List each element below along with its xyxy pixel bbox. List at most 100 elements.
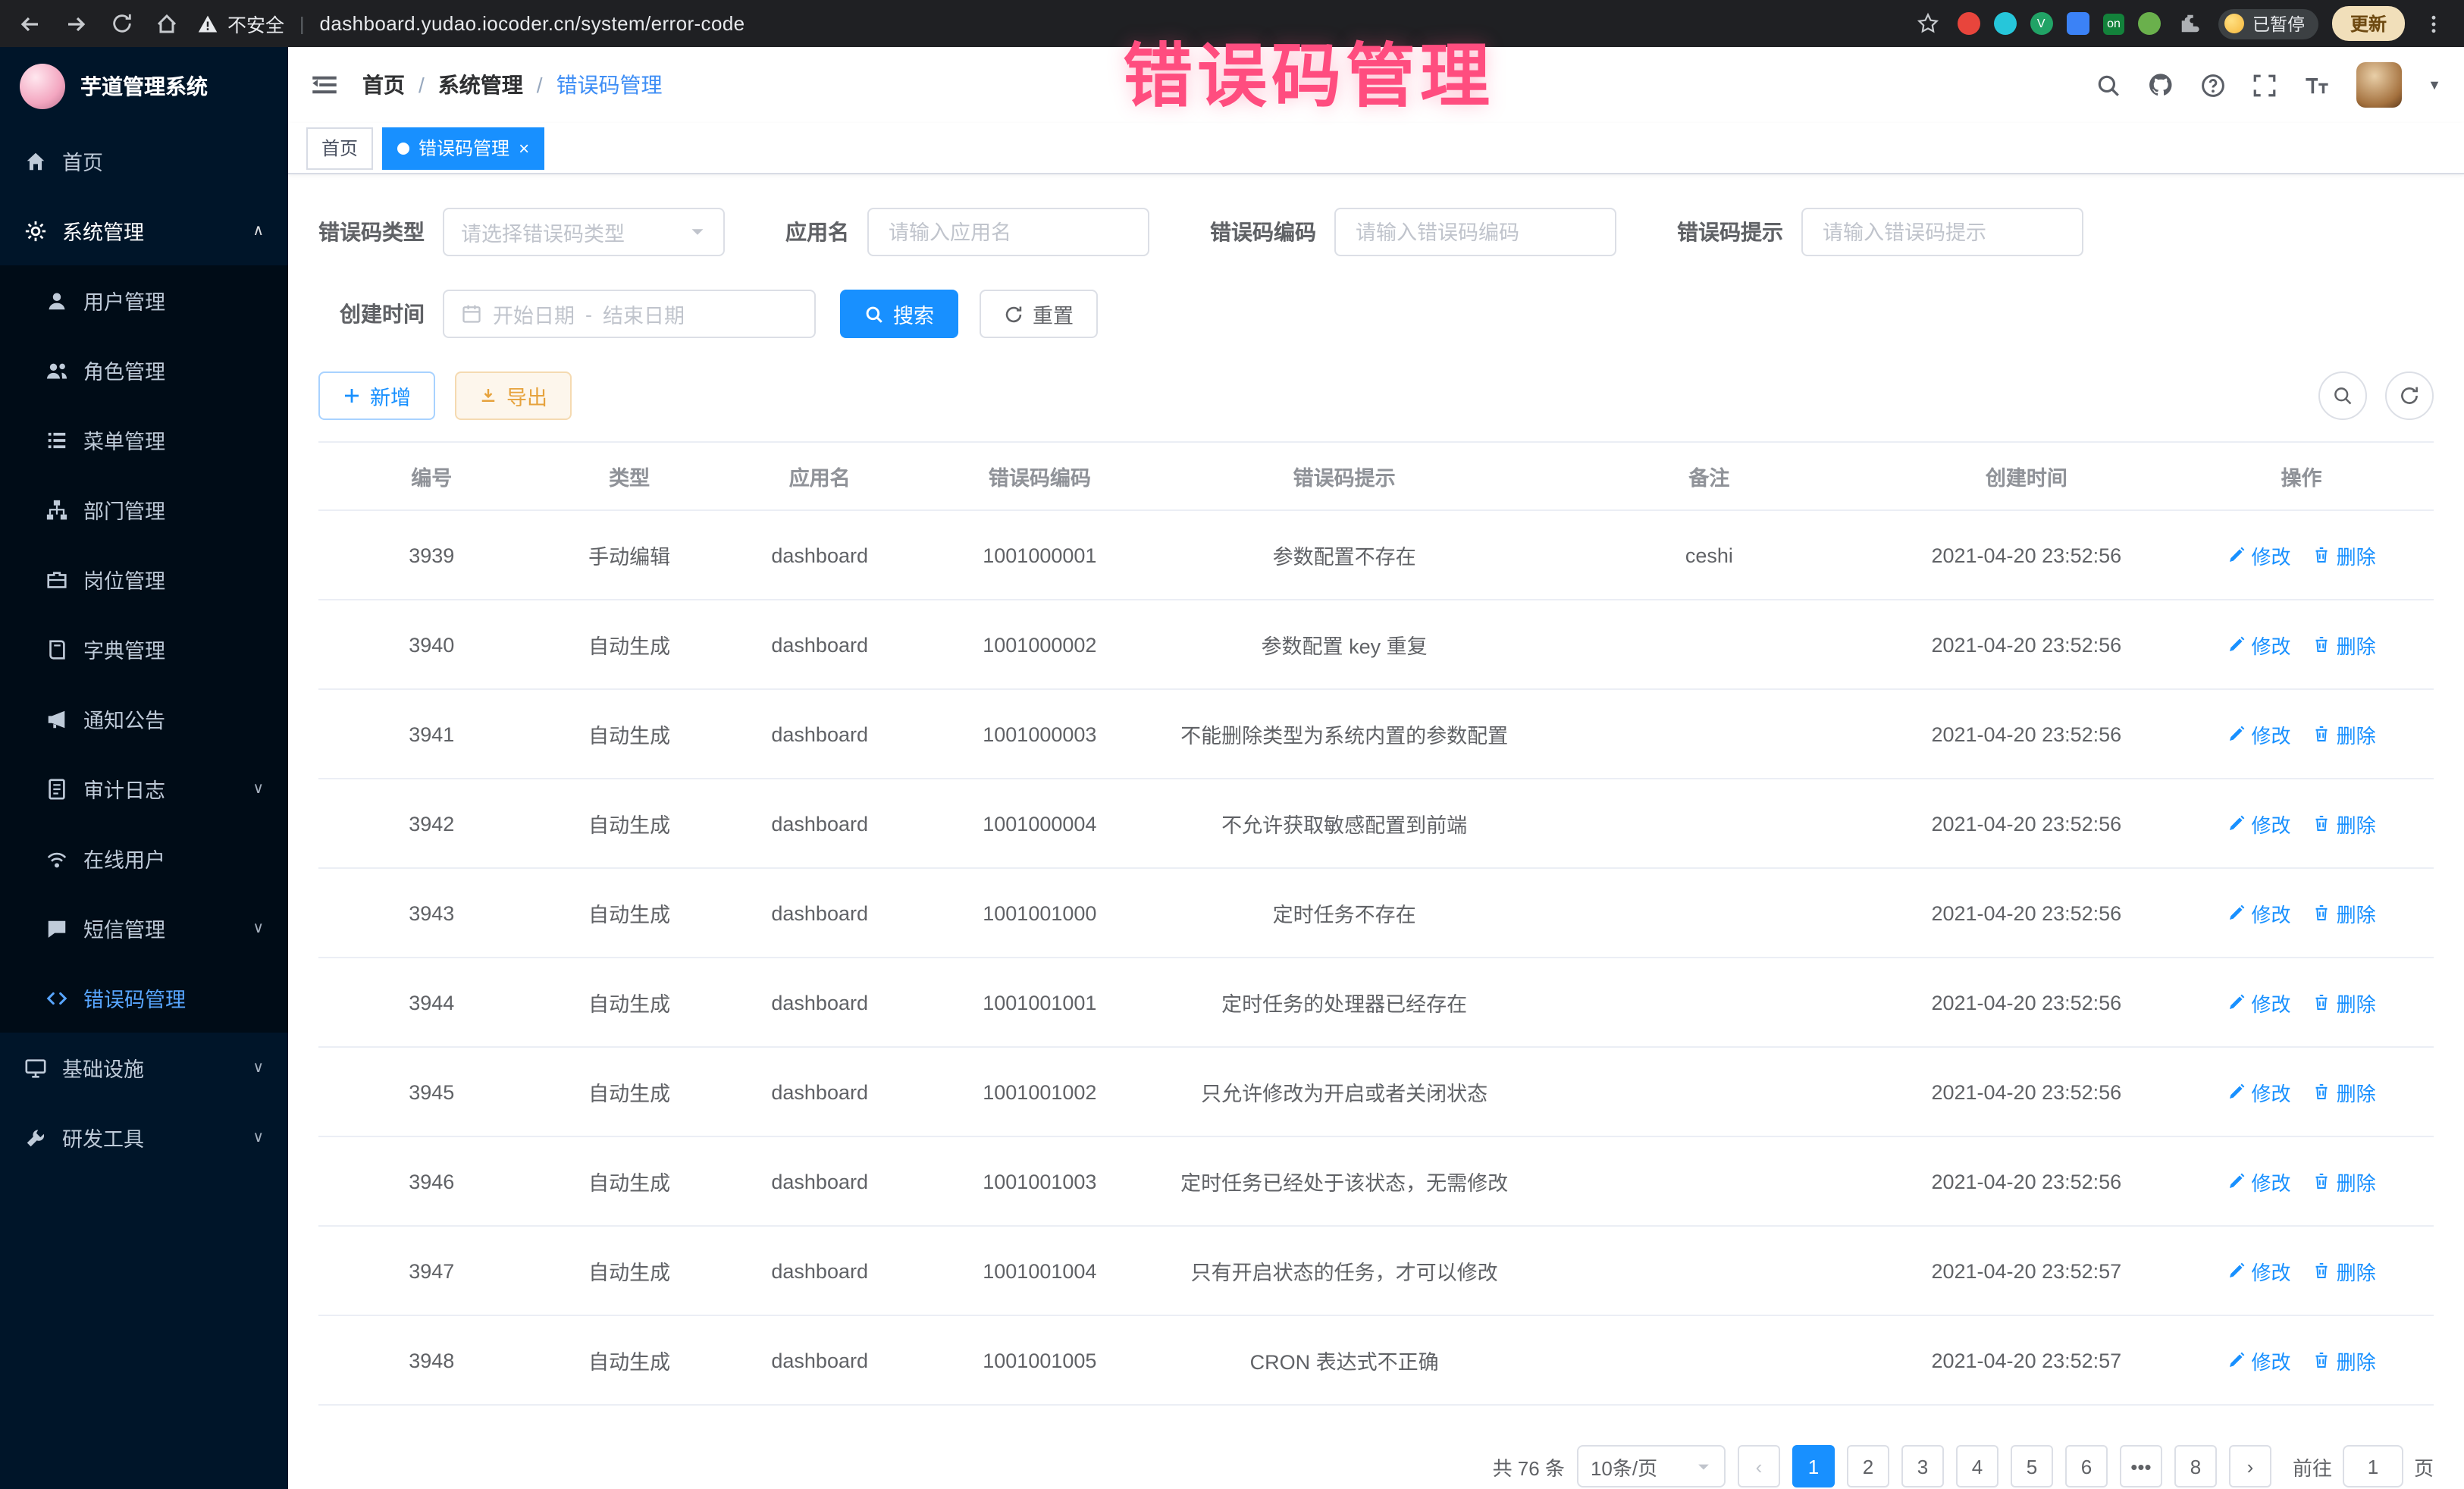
export-button[interactable]: 导出 [455,371,572,420]
edit-link[interactable]: 修改 [2227,541,2291,569]
bookmark-star-icon[interactable] [1913,8,1943,39]
sidebar-item-post-management[interactable]: 岗位管理 [0,544,288,614]
breadcrumb-home[interactable]: 首页 [362,70,405,100]
sidebar-item-infrastructure[interactable]: 基础设施∨ [0,1033,288,1102]
page-button-8[interactable]: 8 [2174,1445,2217,1487]
delete-link[interactable]: 删除 [2312,1167,2376,1196]
delete-icon [2312,1262,2331,1280]
sidebar-item-menu-management[interactable]: 菜单管理 [0,405,288,475]
profile-paused-badge[interactable]: 已暂停 [2219,8,2318,39]
page-ellipsis[interactable]: ••• [2120,1445,2162,1487]
goto-page-input[interactable] [2343,1445,2403,1487]
security-indicator[interactable]: 不安全 [197,9,284,38]
edit-link[interactable]: 修改 [2227,1346,2291,1375]
page-button-4[interactable]: 4 [1956,1445,1998,1487]
browser-forward-icon[interactable] [61,8,91,39]
extension-icon-grid[interactable] [2066,12,2089,35]
page-button-3[interactable]: 3 [1901,1445,1944,1487]
chrome-update-button[interactable]: 更新 [2332,6,2405,41]
sidebar-item-user-management[interactable]: 用户管理 [0,265,288,335]
app-name-input[interactable] [886,219,1131,245]
page-button-6[interactable]: 6 [2065,1445,2108,1487]
sidebar-item-sms-management[interactable]: 短信管理∨ [0,893,288,963]
edit-icon [2227,725,2246,743]
extension-icon-picker[interactable] [1993,12,2016,35]
toggle-search-button[interactable] [2318,371,2367,420]
sidebar-item-label: 通知公告 [83,704,264,734]
error-hint-input[interactable] [1820,219,2065,245]
page-size-select[interactable]: 10条/页 [1577,1445,1726,1487]
edit-link[interactable]: 修改 [2227,719,2291,748]
edit-link[interactable]: 修改 [2227,1077,2291,1106]
prev-page-button[interactable]: ‹ [1738,1445,1780,1487]
table-row: 3948自动生成dashboard1001001005CRON 表达式不正确20… [318,1315,2434,1405]
font-size-icon[interactable] [2303,71,2331,99]
error-type-select[interactable]: 请选择错误码类型 [443,208,725,256]
delete-link[interactable]: 删除 [2312,1346,2376,1375]
browser-back-icon[interactable] [15,8,45,39]
address-bar[interactable]: dashboard.yudao.iocoder.cn/system/error-… [320,12,745,35]
next-page-button[interactable]: › [2229,1445,2271,1487]
delete-link[interactable]: 删除 [2312,1077,2376,1106]
sidebar-item-role-management[interactable]: 角色管理 [0,335,288,405]
sidebar-item-dict-management[interactable]: 字典管理 [0,614,288,684]
extension-icon-switch[interactable]: on [2102,13,2125,34]
sidebar-toggle[interactable] [311,71,338,99]
sidebar-item-system-management[interactable]: 系统管理∧ [0,196,288,265]
chevron-down-icon[interactable]: ▼ [2428,77,2441,92]
browser-home-icon[interactable] [152,8,182,39]
date-range-picker[interactable]: 开始日期 - 结束日期 [443,290,816,338]
wifi-icon [45,847,68,870]
search-icon[interactable] [2096,72,2121,98]
breadcrumb-system[interactable]: 系统管理 [438,70,523,100]
edit-link[interactable]: 修改 [2227,898,2291,927]
help-icon[interactable] [2200,72,2226,98]
cell-id: 3939 [318,510,545,600]
edit-link[interactable]: 修改 [2227,809,2291,838]
github-icon[interactable] [2147,71,2174,99]
cell-type: 自动生成 [545,958,714,1047]
fullscreen-icon[interactable] [2252,72,2277,98]
close-icon[interactable]: × [519,139,529,157]
extension-icon-vue-devtools[interactable]: V [2030,12,2052,35]
extension-icon-leaf[interactable] [2139,12,2161,35]
sidebar-item-dev-tools[interactable]: 研发工具∨ [0,1102,288,1172]
edit-link[interactable]: 修改 [2227,1256,2291,1285]
delete-link[interactable]: 删除 [2312,809,2376,838]
puzzle-extensions-icon[interactable] [2175,8,2205,39]
edit-link[interactable]: 修改 [2227,1167,2291,1196]
chrome-menu-icon[interactable] [2419,8,2449,39]
sidebar-item-error-code-management[interactable]: 错误码管理 [0,963,288,1033]
sidebar-item-home[interactable]: 首页 [0,126,288,196]
delete-link[interactable]: 删除 [2312,898,2376,927]
error-code-input[interactable] [1353,219,1598,245]
page-button-5[interactable]: 5 [2011,1445,2053,1487]
extension-icon-record[interactable] [1957,12,1980,35]
edit-link[interactable]: 修改 [2227,988,2291,1017]
reset-button[interactable]: 重置 [980,290,1098,338]
delete-link[interactable]: 删除 [2312,1256,2376,1285]
search-button[interactable]: 搜索 [840,290,958,338]
chevron-down-icon: ∨ [252,920,264,936]
page-button-1[interactable]: 1 [1792,1445,1835,1487]
sidebar-item-online-user[interactable]: 在线用户 [0,823,288,893]
refresh-table-button[interactable] [2385,371,2434,420]
delete-link[interactable]: 删除 [2312,719,2376,748]
delete-link[interactable]: 删除 [2312,541,2376,569]
browser-reload-icon[interactable] [106,8,136,39]
sidebar-item-audit-log[interactable]: 审计日志∨ [0,754,288,823]
edit-link[interactable]: 修改 [2227,630,2291,659]
sidebar-item-notice[interactable]: 通知公告 [0,684,288,754]
role-icon [45,359,68,381]
delete-link[interactable]: 删除 [2312,988,2376,1017]
delete-link[interactable]: 删除 [2312,630,2376,659]
tab-error-code[interactable]: 错误码管理× [382,127,544,169]
table-row: 3941自动生成dashboard1001000003不能删除类型为系统内置的参… [318,689,2434,779]
sidebar-item-dept-management[interactable]: 部门管理 [0,475,288,544]
tab-home[interactable]: 首页 [306,127,373,169]
add-button[interactable]: 新增 [318,371,435,420]
cell-actions: 修改删除 [2169,958,2434,1047]
page-button-2[interactable]: 2 [1847,1445,1889,1487]
user-avatar[interactable] [2356,62,2402,108]
app-logo[interactable]: 芋道管理系统 [0,47,288,126]
